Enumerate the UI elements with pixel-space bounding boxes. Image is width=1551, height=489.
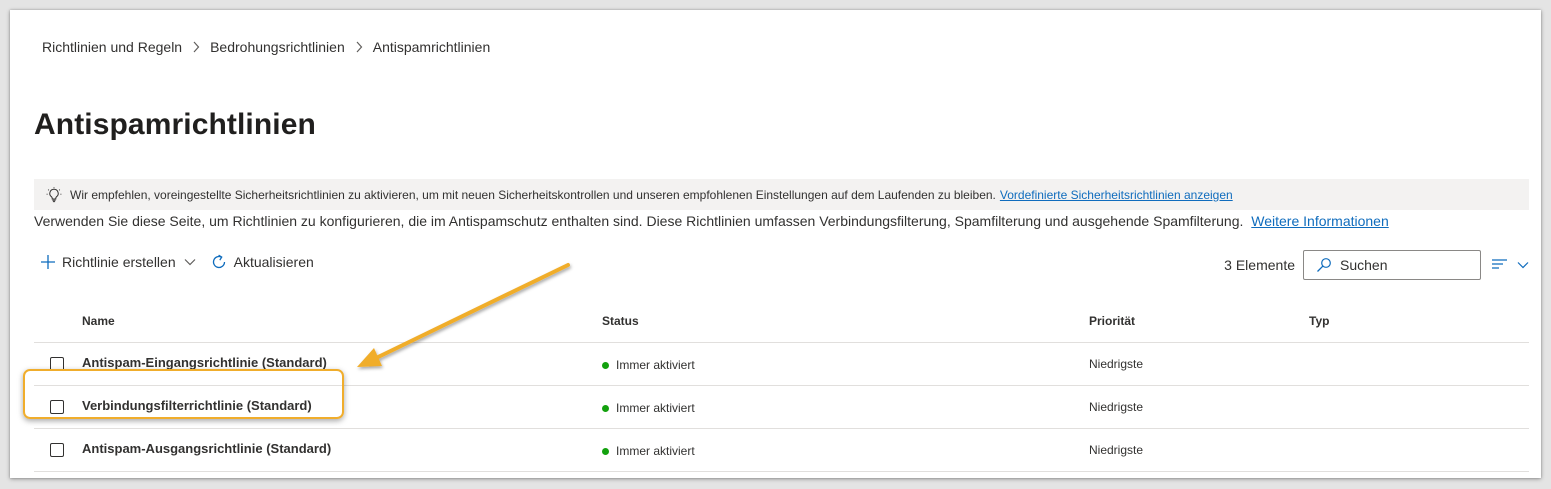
chevron-right-icon [192,41,200,53]
item-count: 3 Elemente [1224,257,1295,273]
refresh-icon [210,253,228,271]
chevron-down-icon [184,258,196,266]
column-header-status[interactable]: Status [602,314,639,328]
status-cell: Immer aktiviert [602,401,695,415]
list-tools: 3 Elemente Suchen [1224,250,1529,280]
table-row[interactable]: Antispam-Ausgangsrichtlinie (Standard) I… [34,429,1529,472]
priority-cell: Niedrigste [1089,443,1144,457]
banner-text: Wir empfehlen, voreingestellte Sicherhei… [70,187,996,202]
recommendation-banner: Wir empfehlen, voreingestellte Sicherhei… [34,179,1529,210]
priority-cell: Niedrigste [1089,357,1144,371]
breadcrumb: Richtlinien und Regeln Bedrohungsrichtli… [42,39,490,55]
page-title: Antispamrichtlinien [34,108,316,141]
row-checkbox[interactable] [50,357,64,371]
create-policy-label: Richtlinie erstellen [62,254,176,270]
policy-name[interactable]: Antispam-Eingangsrichtlinie (Standard) [82,355,327,370]
status-text: Immer aktiviert [616,358,695,372]
status-dot-icon [602,447,609,455]
breadcrumb-item-threat-policies[interactable]: Bedrohungsrichtlinien [210,39,345,55]
status-text: Immer aktiviert [616,401,695,415]
plus-icon [40,254,56,270]
app-window: Richtlinien und Regeln Bedrohungsrichtli… [10,10,1541,478]
policy-name[interactable]: Verbindungsfilterrichtlinie (Standard) [82,398,312,413]
table-header: Name Status Priorität Typ [34,300,1529,343]
learn-more-link[interactable]: Weitere Informationen [1251,213,1388,229]
chevron-right-icon [355,41,363,53]
search-placeholder: Suchen [1340,257,1388,273]
policies-table: Name Status Priorität Typ Antispam-Einga… [34,300,1529,472]
filter-lines-icon [1491,257,1509,274]
status-cell: Immer aktiviert [602,444,695,458]
status-cell: Immer aktiviert [602,358,695,372]
create-policy-button[interactable]: Richtlinie erstellen [40,254,196,270]
search-input[interactable]: Suchen [1303,250,1481,280]
status-dot-icon [602,361,609,369]
breadcrumb-item-current: Antispamrichtlinien [372,39,491,55]
page-description: Verwenden Sie diese Seite, um Richtlinie… [34,213,1389,229]
breadcrumb-item-policies-rules[interactable]: Richtlinien und Regeln [42,39,182,55]
description-text: Verwenden Sie diese Seite, um Richtlinie… [34,213,1244,229]
column-header-type[interactable]: Typ [1309,314,1329,328]
search-icon [1316,257,1332,273]
refresh-label: Aktualisieren [233,254,314,270]
command-bar: Richtlinie erstellen Aktualisieren [40,253,314,271]
status-text: Immer aktiviert [616,444,695,458]
preset-policies-link[interactable]: Vordefinierte Sicherheitsrichtlinien anz… [1000,188,1233,202]
lightbulb-icon [46,186,62,203]
view-options-button[interactable] [1491,257,1529,274]
column-header-name[interactable]: Name [82,314,115,328]
row-checkbox[interactable] [50,443,64,457]
policy-name[interactable]: Antispam-Ausgangsrichtlinie (Standard) [82,441,331,456]
table-row[interactable]: Antispam-Eingangsrichtlinie (Standard) I… [34,343,1529,386]
chevron-down-icon [1517,261,1529,269]
refresh-button[interactable]: Aktualisieren [210,253,314,271]
column-header-priority[interactable]: Priorität [1089,314,1135,328]
row-checkbox[interactable] [50,400,64,414]
table-row[interactable]: Verbindungsfilterrichtlinie (Standard) I… [34,386,1529,429]
status-dot-icon [602,404,609,412]
priority-cell: Niedrigste [1089,400,1144,414]
